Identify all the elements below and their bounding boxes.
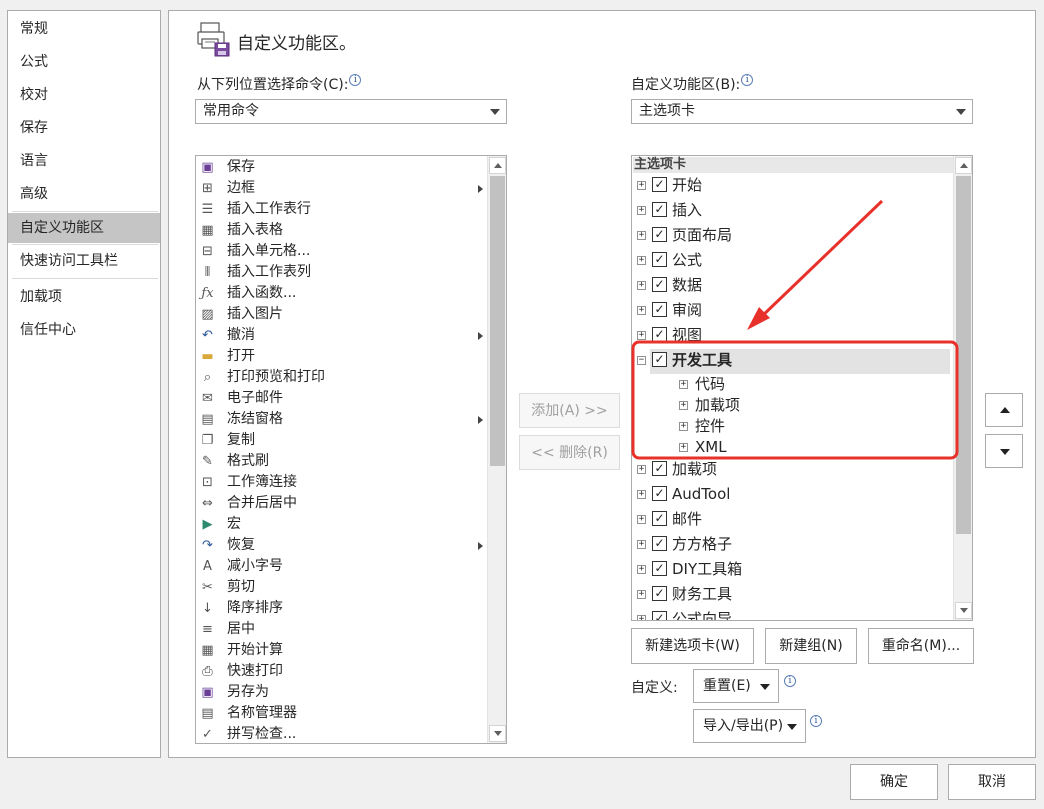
- nav-item[interactable]: 自定义功能区: [8, 213, 160, 243]
- nav-item[interactable]: 公式: [8, 47, 160, 77]
- nav-item[interactable]: 信任中心: [8, 315, 160, 345]
- nav-item[interactable]: 常规: [8, 14, 160, 44]
- nav-divider: [12, 278, 158, 279]
- nav-item[interactable]: 加载项: [8, 282, 160, 312]
- nav-item[interactable]: 高级: [8, 179, 160, 209]
- options-nav: 常规 公式 校对 保存 语言 高级自定义功能区 快速访问工具栏 加载项 信任中心: [7, 10, 161, 758]
- nav-divider: [12, 211, 158, 212]
- nav-item[interactable]: 保存: [8, 113, 160, 143]
- annotation-overlay: [631, 199, 959, 460]
- highlight-box: [631, 340, 959, 460]
- annotation-arrow-shaft: [757, 199, 884, 321]
- cancel-button[interactable]: 取消: [948, 764, 1036, 800]
- nav-item[interactable]: 快速访问工具栏: [8, 246, 160, 276]
- nav-item[interactable]: 语言: [8, 146, 160, 176]
- nav-item[interactable]: 校对: [8, 80, 160, 110]
- customize-ribbon-panel: 自定义功能区。 从下列位置选择命令(C): i 常用命令 ✓ 拼写检查... ▤ 名称管…: [168, 10, 1036, 758]
- ok-button[interactable]: 确定: [850, 764, 938, 800]
- nav-divider: [12, 244, 158, 245]
